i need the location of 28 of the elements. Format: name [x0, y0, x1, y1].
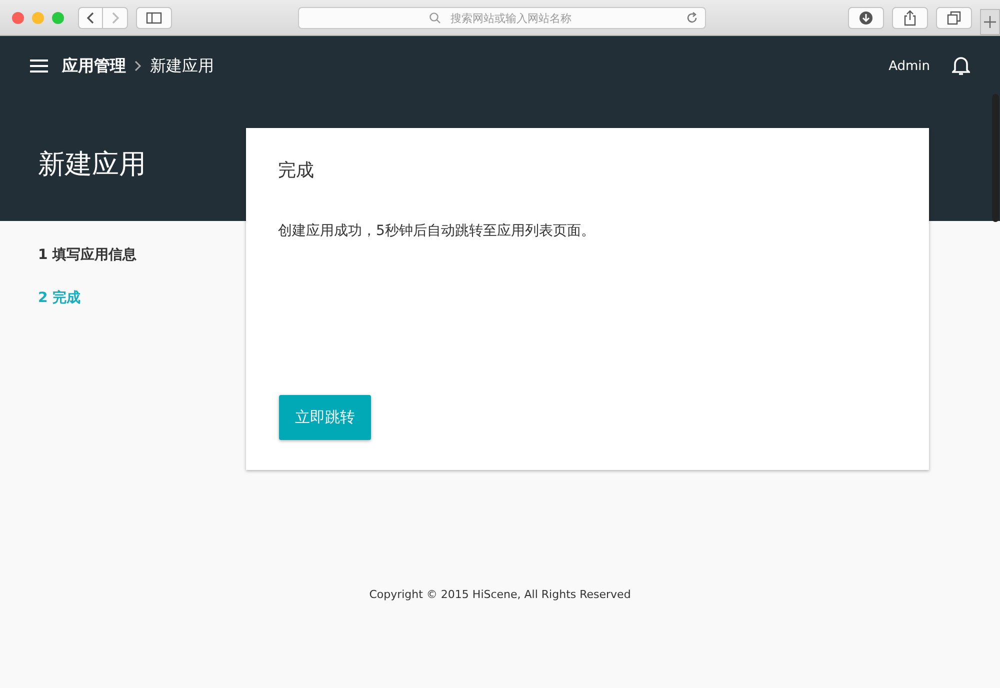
card-title: 完成 [278, 159, 314, 182]
chevron-left-icon [86, 12, 94, 24]
breadcrumb-link[interactable]: 应用管理 [62, 56, 126, 76]
share-icon [903, 10, 917, 26]
success-message: 创建应用成功，5秒钟后自动跳转至应用列表页面。 [278, 222, 595, 240]
breadcrumb-current: 新建应用 [150, 56, 214, 76]
new-tab-button[interactable] [980, 8, 1000, 34]
plus-icon [984, 16, 996, 28]
sidebar-icon [146, 12, 162, 24]
reload-icon[interactable] [686, 12, 698, 24]
back-button[interactable] [78, 6, 103, 28]
tabs-button[interactable] [936, 6, 972, 28]
download-button[interactable] [848, 6, 884, 28]
copyright-text: Copyright © 2015 HiScene, All Rights Reserved [368, 588, 632, 601]
download-icon [859, 10, 873, 24]
tabs-icon [947, 10, 961, 24]
bell-icon[interactable] [952, 56, 970, 76]
scrollbar[interactable] [992, 94, 999, 222]
share-button[interactable] [892, 6, 928, 28]
menu-icon[interactable] [30, 59, 48, 73]
address-field[interactable]: 搜索网站或输入网站名称 [298, 7, 706, 29]
step-item[interactable]: 1 填写应用信息 [38, 246, 246, 264]
user-name[interactable]: Admin [888, 58, 930, 74]
chevron-icon [134, 60, 142, 72]
page-title: 新建应用 [38, 148, 146, 182]
sidebar-button[interactable] [136, 6, 172, 28]
chevron-right-icon [112, 12, 120, 24]
search-icon [429, 12, 441, 24]
